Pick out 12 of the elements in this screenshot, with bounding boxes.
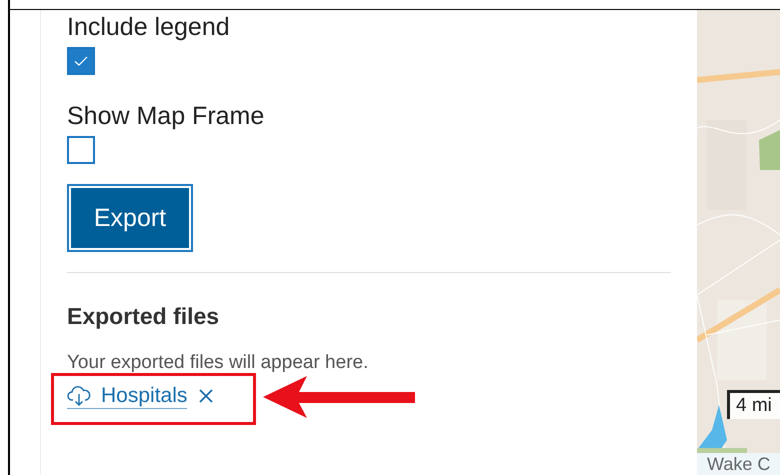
scale-bar: 4 mi [727, 390, 780, 419]
close-icon[interactable] [199, 389, 214, 403]
export-button[interactable]: Export [71, 188, 189, 248]
option-label: Show Map Frame [67, 101, 264, 131]
option-label: Include legend [67, 12, 230, 42]
cloud-download-icon [67, 384, 91, 406]
checkbox[interactable] [67, 136, 95, 164]
hint-text: Your exported files will appear here. [67, 352, 368, 374]
checkbox[interactable] [67, 47, 95, 75]
attribution-text: Wake C [697, 453, 780, 475]
section-title: Exported files [67, 303, 220, 330]
file-link[interactable]: Hospitals [67, 384, 188, 408]
